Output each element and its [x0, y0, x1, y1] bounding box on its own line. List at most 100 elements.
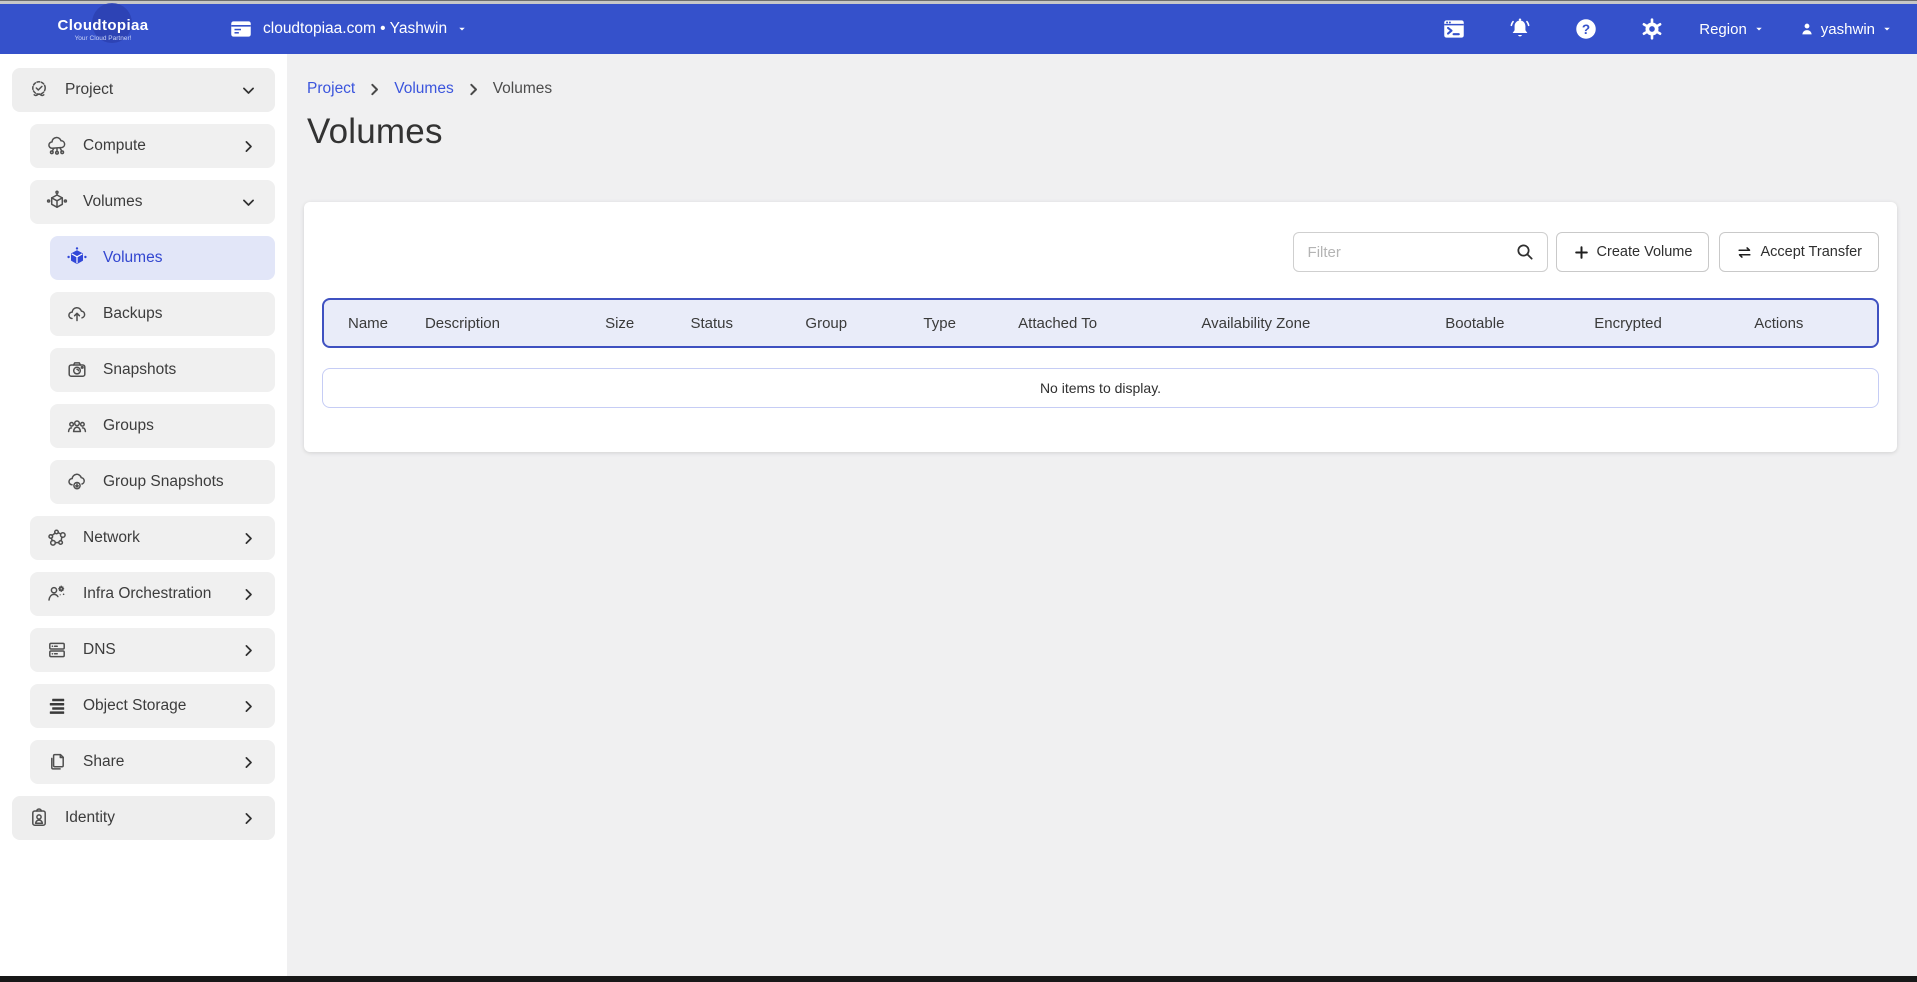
- chevron-right-icon: [240, 138, 257, 155]
- sidebar-item-groups[interactable]: Groups: [50, 404, 275, 448]
- sidebar-item-label: Backups: [103, 305, 162, 323]
- page-title: Volumes: [307, 112, 1897, 152]
- chevron-down-icon: [1881, 23, 1893, 35]
- compute-cloud-icon: [45, 134, 69, 158]
- user-icon: [1799, 21, 1815, 37]
- column-header-status[interactable]: Status: [690, 315, 805, 332]
- chevron-down-icon: [240, 82, 257, 99]
- group-snapshot-cloud-download-icon: [65, 470, 89, 494]
- table-toolbar: Create Volume Accept Transfer: [322, 232, 1879, 272]
- table-header-row: Name Description Size Status Group Type …: [322, 298, 1879, 348]
- sidebar-item-project[interactable]: Project: [12, 68, 275, 112]
- filter-input[interactable]: [1308, 244, 1515, 261]
- column-header-actions[interactable]: Actions: [1754, 315, 1877, 332]
- window-bottom-edge: [0, 976, 1917, 982]
- sidebar-item-network[interactable]: Network: [30, 516, 275, 560]
- search-icon[interactable]: [1515, 242, 1535, 262]
- accept-transfer-button[interactable]: Accept Transfer: [1719, 232, 1879, 272]
- region-label: Region: [1699, 21, 1747, 38]
- project-badge-icon: [27, 78, 51, 102]
- volumes-table-card: Create Volume Accept Transfer Name Descr…: [304, 202, 1897, 452]
- navbar-right-controls: ? Region yashwin: [1401, 16, 1917, 42]
- column-header-availability-zone[interactable]: Availability Zone: [1201, 315, 1445, 332]
- sidebar-item-dns[interactable]: DNS: [30, 628, 275, 672]
- chevron-right-icon: [240, 642, 257, 659]
- sidebar-item-label: Network: [83, 529, 140, 547]
- sidebar-item-object-storage[interactable]: Object Storage: [30, 684, 275, 728]
- settings-gear-icon[interactable]: [1639, 16, 1665, 42]
- sidebar-item-label: Group Snapshots: [103, 473, 224, 491]
- main-content: Project Volumes Volumes Volumes: [287, 54, 1917, 976]
- sidebar-item-snapshots[interactable]: Snapshots: [50, 348, 275, 392]
- column-header-type[interactable]: Type: [923, 315, 1018, 332]
- column-header-bootable[interactable]: Bootable: [1445, 315, 1594, 332]
- svg-text:?: ?: [1582, 22, 1590, 37]
- share-documents-icon: [45, 750, 69, 774]
- domain-icon: [228, 16, 254, 42]
- column-header-attached-to[interactable]: Attached To: [1018, 315, 1201, 332]
- breadcrumb-current: Volumes: [493, 80, 552, 98]
- create-volume-button[interactable]: Create Volume: [1556, 232, 1710, 272]
- brand-tagline: Your Cloud Partner!: [75, 35, 132, 42]
- brand-name: Cloudtopiaa: [57, 17, 148, 34]
- sidebar-item-volumes[interactable]: Volumes: [50, 236, 275, 280]
- sidebar-item-label: Snapshots: [103, 361, 176, 379]
- chevron-down-icon: [240, 194, 257, 211]
- chevron-right-icon: [240, 754, 257, 771]
- breadcrumb-project-link[interactable]: Project: [307, 80, 355, 98]
- sidebar-item-label: Compute: [83, 137, 146, 155]
- empty-message: No items to display.: [1040, 380, 1161, 396]
- sidebar-item-label: Volumes: [83, 193, 142, 211]
- column-header-description[interactable]: Description: [425, 315, 605, 332]
- volumes-cube-icon: [45, 190, 69, 214]
- breadcrumb-volumes-link[interactable]: Volumes: [394, 80, 453, 98]
- region-dropdown[interactable]: Region: [1699, 21, 1765, 38]
- sidebar-item-share[interactable]: Share: [30, 740, 275, 784]
- brand-logo[interactable]: Cloudtopiaa Your Cloud Partner!: [0, 17, 200, 42]
- network-nodes-icon: [45, 526, 69, 550]
- breadcrumb: Project Volumes Volumes: [307, 80, 1897, 98]
- groups-people-icon: [65, 414, 89, 438]
- notifications-bell-icon[interactable]: [1507, 16, 1533, 42]
- column-header-size[interactable]: Size: [605, 315, 690, 332]
- sidebar-item-label: Share: [83, 753, 124, 771]
- sidebar-item-identity[interactable]: Identity: [12, 796, 275, 840]
- column-header-name[interactable]: Name: [324, 315, 425, 332]
- snapshot-camera-icon: [65, 358, 89, 382]
- console-icon[interactable]: [1441, 16, 1467, 42]
- create-volume-label: Create Volume: [1597, 244, 1693, 260]
- sidebar-item-volumes-group[interactable]: Volumes: [30, 180, 275, 224]
- sidebar-item-group-snapshots[interactable]: Group Snapshots: [50, 460, 275, 504]
- table-empty-row: No items to display.: [322, 368, 1879, 408]
- chevron-down-icon: [1753, 23, 1765, 35]
- sidebar-item-label: Infra Orchestration: [83, 585, 211, 603]
- chevron-right-icon: [240, 586, 257, 603]
- sidebar-item-label: Volumes: [103, 249, 162, 267]
- chevron-right-icon: [367, 82, 382, 97]
- accept-transfer-label: Accept Transfer: [1760, 244, 1862, 260]
- help-icon[interactable]: ?: [1573, 16, 1599, 42]
- sidebar: Project Compute Volumes: [0, 54, 287, 976]
- chevron-right-icon: [466, 82, 481, 97]
- volumes-cube-filled-icon: [65, 246, 89, 270]
- dns-server-icon: [45, 638, 69, 662]
- sidebar-item-label: Identity: [65, 809, 115, 827]
- chevron-right-icon: [240, 530, 257, 547]
- chevron-right-icon: [240, 810, 257, 827]
- sidebar-item-label: Groups: [103, 417, 154, 435]
- domain-project-selector[interactable]: cloudtopiaa.com • Yashwin: [228, 16, 468, 42]
- column-header-group[interactable]: Group: [805, 315, 923, 332]
- sidebar-item-label: DNS: [83, 641, 116, 659]
- identity-badge-icon: [27, 806, 51, 830]
- sidebar-item-backups[interactable]: Backups: [50, 292, 275, 336]
- sidebar-item-label: Project: [65, 81, 113, 99]
- user-menu[interactable]: yashwin: [1799, 21, 1893, 38]
- column-header-encrypted[interactable]: Encrypted: [1594, 315, 1754, 332]
- transfer-arrows-icon: [1736, 244, 1753, 261]
- sidebar-item-infra-orchestration[interactable]: Infra Orchestration: [30, 572, 275, 616]
- filter-field: [1293, 232, 1548, 272]
- object-storage-list-icon: [45, 694, 69, 718]
- infra-orchestration-icon: [45, 582, 69, 606]
- sidebar-item-label: Object Storage: [83, 697, 186, 715]
- sidebar-item-compute[interactable]: Compute: [30, 124, 275, 168]
